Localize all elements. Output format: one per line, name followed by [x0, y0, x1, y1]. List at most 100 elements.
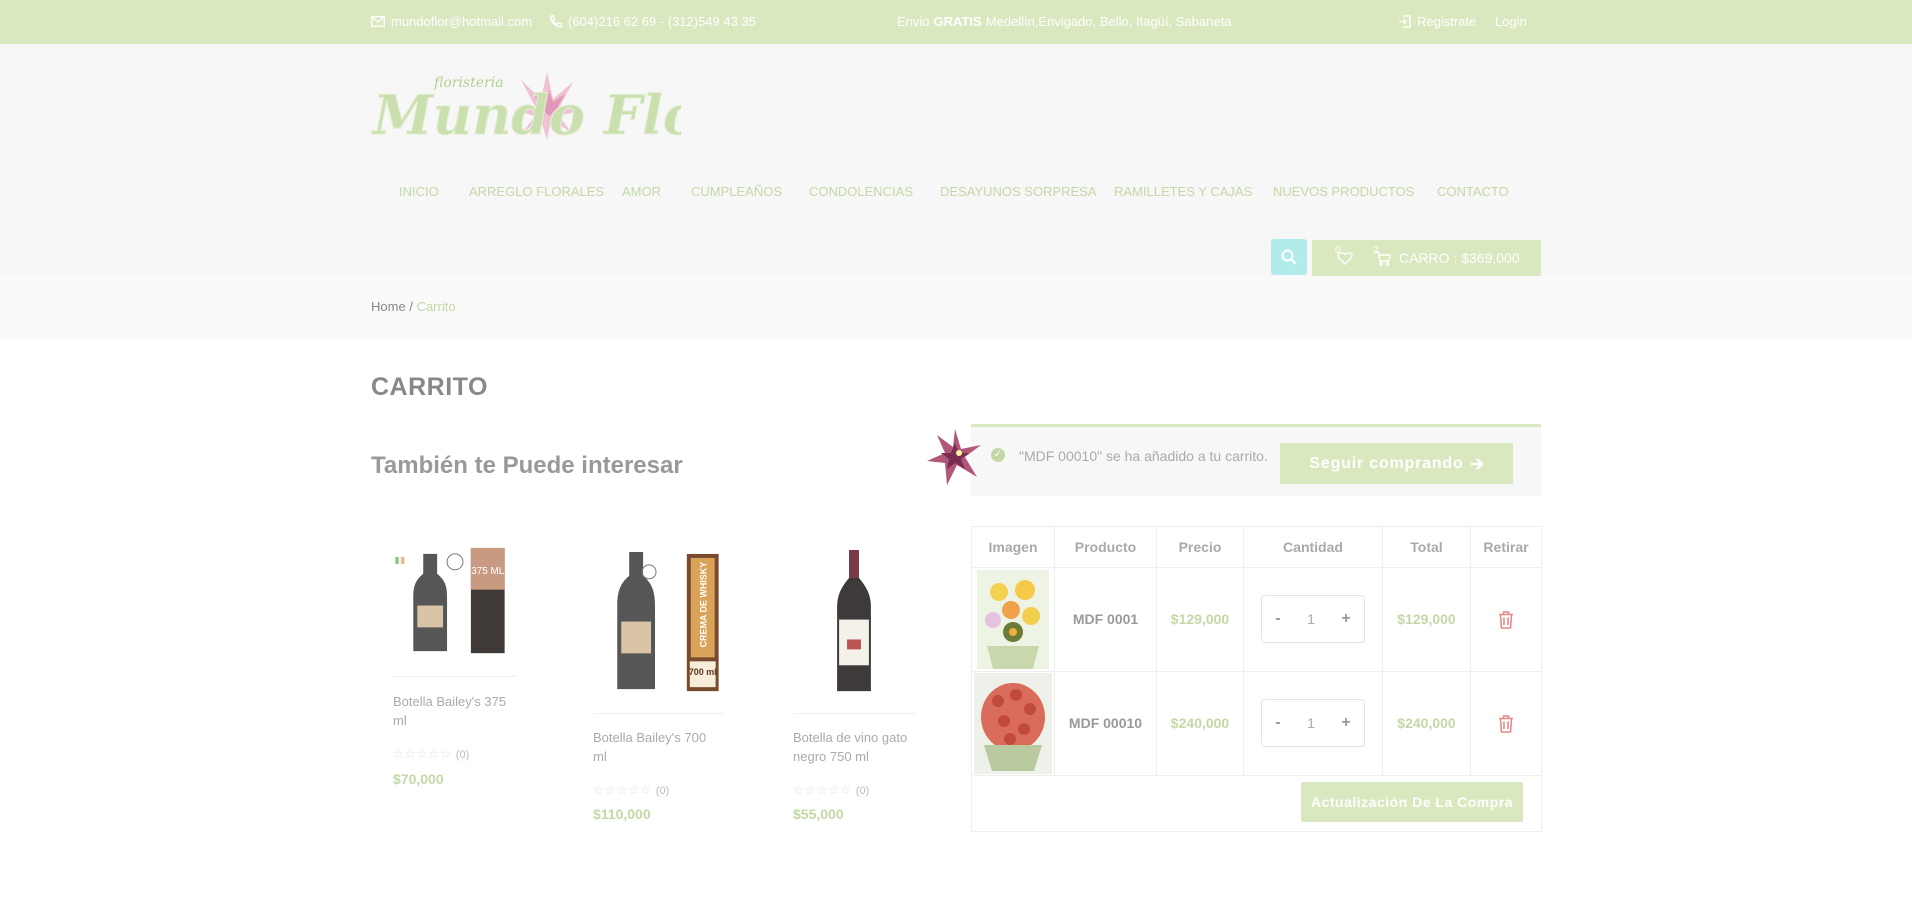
column-header-quantity: Cantidad [1244, 527, 1383, 567]
page-title: CARRITO [371, 373, 488, 401]
product-code[interactable]: MDF 0001 [1055, 568, 1157, 671]
register-link[interactable]: Registrate [1398, 14, 1476, 29]
check-icon: ✓ [991, 448, 1005, 462]
login-link[interactable]: Login [1495, 14, 1527, 29]
mail-icon [371, 16, 385, 27]
column-header-image: Imagen [972, 527, 1055, 567]
column-header-remove: Retirar [1483, 539, 1529, 555]
notice-message: "MDF 00010" se ha añadido a tu carrito. [1019, 448, 1268, 464]
decrement-button[interactable]: - [1275, 610, 1280, 628]
table-footer-divider [972, 775, 1541, 776]
product-size-badge: 375 ML [471, 566, 505, 577]
rating-count: (0) [655, 785, 670, 797]
product-name[interactable]: Botella Bailey's 700 ml [593, 728, 723, 766]
search-icon [1281, 249, 1297, 265]
column-header-total: Total [1383, 527, 1471, 567]
product-band-text: CREMA DE WHISKY [699, 562, 709, 648]
product-thumbnail[interactable] [974, 673, 1052, 774]
unit-price: $240,000 [1157, 672, 1244, 775]
product-image[interactable]: 375 ML [393, 540, 517, 677]
nav-item-contacto[interactable]: CONTACTO [1437, 184, 1509, 199]
phone-contact[interactable]: (604)216 62 69 - (312)549 43 35 [549, 14, 756, 29]
nav-item-arreglo-florales[interactable]: ARREGLO FLORALES [469, 184, 604, 199]
quantity-cell: - 1 + [1244, 568, 1383, 671]
trash-icon[interactable] [1498, 611, 1514, 629]
top-bar: mundoflor@hotmail.com (604)216 62 69 - (… [0, 0, 1912, 44]
product-image[interactable] [793, 548, 915, 714]
increment-button[interactable]: + [1341, 610, 1350, 628]
nav-item-inicio[interactable]: INICIO [399, 184, 439, 199]
rating-count: (0) [855, 785, 870, 797]
product-rating: ☆☆☆☆☆ (0) [393, 747, 470, 761]
cart-icon [1376, 251, 1391, 266]
nav-item-ramilletes-y-cajas[interactable]: RAMILLETES Y CAJAS [1114, 184, 1252, 199]
email-text: mundoflor@hotmail.com [391, 14, 533, 29]
product-rating: ☆☆☆☆☆ (0) [793, 783, 870, 797]
phone-text: (604)216 62 69 - (312)549 43 35 [568, 14, 756, 29]
shipping-cities: Medellín,Envigado, Bello, Itagüí, Sabane… [985, 14, 1232, 29]
product-code[interactable]: MDF 00010 [1055, 672, 1157, 775]
nav-item-desayunos-sorpresa[interactable]: DESAYUNOS SORPRESA [940, 184, 1097, 199]
product-price: $110,000 [593, 806, 651, 822]
phone-icon [550, 15, 562, 28]
notice-flower-icon [927, 429, 981, 485]
breadcrumb-separator: / [409, 299, 413, 314]
heart-icon[interactable] [1337, 251, 1353, 265]
breadcrumb-home[interactable]: Home [371, 299, 406, 314]
product-rating: ☆☆☆☆☆ (0) [593, 783, 670, 797]
rating-count: (0) [455, 749, 470, 761]
product-thumbnail-cell [972, 672, 1055, 775]
quantity-cell: - 1 + [1244, 672, 1383, 775]
shipping-notice: Envio GRATIS Medellín,Envigado, Bello, I… [897, 14, 1231, 29]
site-logo[interactable]: floristeria Mundo Flor [371, 66, 681, 156]
nav-item-cumpleaños[interactable]: CUMPLEAÑOS [691, 184, 782, 199]
product-thumbnail-cell [972, 568, 1055, 671]
shipping-prefix: Envio [897, 14, 930, 29]
nav-item-condolencias[interactable]: CONDOLENCIAS [809, 184, 913, 199]
product-price: $55,000 [793, 806, 844, 822]
quantity-value[interactable]: 1 [1307, 715, 1315, 731]
trash-icon[interactable] [1498, 715, 1514, 733]
arrow-right-icon [1470, 457, 1484, 470]
remove-cell [1471, 568, 1541, 671]
increment-button[interactable]: + [1341, 714, 1350, 732]
nav-item-nuevos-productos[interactable]: NUEVOS PRODUCTOS [1273, 184, 1414, 199]
register-text: Registrate [1417, 14, 1477, 29]
search-button[interactable] [1271, 239, 1307, 275]
column-header-price: Precio [1157, 527, 1244, 567]
login-text: Login [1495, 14, 1527, 29]
line-total: $240,000 [1383, 672, 1471, 775]
cart-button[interactable]: 0 2 CARRO : $369,000 [1312, 240, 1541, 276]
quantity-stepper: - 1 + [1261, 595, 1365, 643]
sign-in-icon [1399, 15, 1411, 28]
continue-shopping-button[interactable]: Seguir comprando [1280, 443, 1513, 484]
shipping-bold: GRATIS [933, 14, 982, 29]
breadcrumb: Home / Carrito [371, 299, 456, 314]
line-total: $129,000 [1383, 568, 1471, 671]
related-title: También te Puede interesar [371, 452, 683, 479]
cart-total-label: CARRO : $369,000 [1399, 250, 1520, 266]
table-row: MDF 00010 $240,000 - 1 + $240,000 [972, 671, 1541, 775]
decrement-button[interactable]: - [1275, 714, 1280, 732]
page: mundoflor@hotmail.com (604)216 62 69 - (… [0, 0, 1912, 911]
unit-price: $129,000 [1157, 568, 1244, 671]
nav-item-amor[interactable]: AMOR [622, 184, 661, 199]
breadcrumb-current: Carrito [416, 299, 456, 314]
product-thumbnail[interactable] [977, 570, 1049, 669]
product-name[interactable]: Botella de vino gato negro 750 ml [793, 728, 923, 766]
product-price: $70,000 [393, 771, 444, 787]
quantity-stepper: - 1 + [1261, 699, 1365, 747]
email-contact[interactable]: mundoflor@hotmail.com [371, 14, 532, 29]
product-image[interactable]: CREMA DE WHISKY 700 ml [593, 548, 723, 714]
remove-cell [1471, 672, 1541, 775]
logo-main-text: Mundo Flor [371, 83, 681, 147]
product-size-badge: 700 ml [689, 667, 717, 677]
breadcrumb-band [0, 276, 1912, 340]
product-name[interactable]: Botella Bailey's 375 ml [393, 692, 523, 730]
update-cart-button[interactable]: Actualización De La Compra [1301, 782, 1523, 822]
column-header-product: Producto [1055, 527, 1157, 567]
header [0, 44, 1912, 276]
continue-shopping-label: Seguir comprando [1309, 454, 1464, 472]
table-row: MDF 0001 $129,000 - 1 + $129,000 [972, 567, 1541, 671]
quantity-value[interactable]: 1 [1307, 611, 1315, 627]
